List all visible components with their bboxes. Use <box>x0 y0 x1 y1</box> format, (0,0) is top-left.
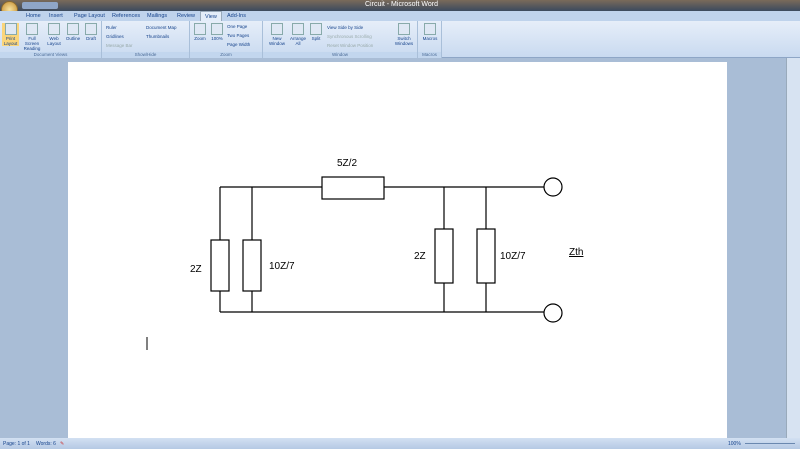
terminal-top <box>543 177 563 197</box>
label-right-b: 10Z/7 <box>500 251 526 262</box>
gridlines-checkbox[interactable]: Gridlines <box>106 34 124 39</box>
group-label: Window <box>263 52 417 58</box>
page-width-button[interactable]: Page Width <box>227 42 250 47</box>
outline-button[interactable]: Outline <box>64 23 82 41</box>
page-count[interactable]: Page: 1 of 1 <box>3 441 30 447</box>
resistor-right-b <box>476 228 496 284</box>
ribbon-tabs: Home Insert Page Layout References Maili… <box>0 11 800 21</box>
one-page-button[interactable]: One Page <box>227 24 247 29</box>
tab-add-ins[interactable]: Add-Ins <box>227 13 246 19</box>
web-layout-button[interactable]: Web Layout <box>46 23 62 46</box>
ruler-checkbox[interactable]: Ruler <box>106 25 117 30</box>
group-document-views: Print Layout Full Screen Reading Web Lay… <box>0 21 102 58</box>
zoom-slider[interactable] <box>745 443 795 444</box>
full-screen-reading-button[interactable]: Full Screen Reading <box>21 23 43 51</box>
tab-insert[interactable]: Insert <box>49 13 63 19</box>
group-zoom: Zoom 100% One Page Two Pages Page Width … <box>190 21 263 58</box>
group-show-hide: Ruler Gridlines Message Bar Document Map… <box>102 21 190 58</box>
tab-page-layout[interactable]: Page Layout <box>74 13 105 19</box>
group-label: Macros <box>418 52 441 58</box>
group-label: Document Views <box>0 52 101 58</box>
tab-mailings[interactable]: Mailings <box>147 13 167 19</box>
switch-windows-button[interactable]: Switch Windows <box>391 23 417 46</box>
synchronous-scrolling-button[interactable]: Synchronous Scrolling <box>327 34 372 39</box>
group-label: Zoom <box>190 52 262 58</box>
quick-access-toolbar[interactable] <box>22 2 58 9</box>
zoom-level[interactable]: 100% <box>728 441 741 447</box>
group-label: Show/Hide <box>102 52 189 58</box>
circuit-diagram: 5Z/2 2Z 10Z/7 2Z 10Z/7 Zth <box>146 158 583 350</box>
tab-references[interactable]: References <box>112 13 140 19</box>
tab-review[interactable]: Review <box>177 13 195 19</box>
title-bar: Circuit - Microsoft Word <box>0 0 800 11</box>
two-pages-button[interactable]: Two Pages <box>227 33 249 38</box>
resistor-right-a <box>434 228 454 284</box>
message-bar-checkbox[interactable]: Message Bar <box>106 43 133 48</box>
proofing-icon[interactable]: ✎ <box>60 441 64 447</box>
draft-button[interactable]: Draft <box>83 23 99 41</box>
resistor-left-a <box>210 239 230 292</box>
print-layout-button[interactable]: Print Layout <box>2 23 19 46</box>
document-page[interactable]: 5Z/2 2Z 10Z/7 2Z 10Z/7 Zth <box>68 62 727 438</box>
ribbon: Print Layout Full Screen Reading Web Lay… <box>0 21 800 58</box>
status-bar: Page: 1 of 1 Words: 6 ✎ 100% <box>0 438 800 449</box>
split-button[interactable]: Split <box>308 23 324 41</box>
macros-button[interactable]: Macros <box>420 23 440 41</box>
new-window-button[interactable]: New Window <box>266 23 288 46</box>
word-count[interactable]: Words: 6 <box>36 441 56 447</box>
group-macros: Macros Macros <box>418 21 442 58</box>
tab-view[interactable]: View <box>200 11 222 21</box>
document-map-checkbox[interactable]: Document Map <box>146 25 177 30</box>
group-window: New Window Arrange All Split View Side b… <box>263 21 418 58</box>
label-left-a: 2Z <box>190 264 202 275</box>
resistor-series <box>321 176 385 200</box>
label-left-b: 10Z/7 <box>269 261 295 272</box>
window-title: Circuit - Microsoft Word <box>365 1 438 8</box>
thumbnails-checkbox[interactable]: Thumbnails <box>146 34 169 39</box>
view-side-by-side-button[interactable]: View Side by Side <box>327 25 363 30</box>
label-output: Zth <box>569 247 583 258</box>
label-series: 5Z/2 <box>337 158 357 169</box>
zoom-100-button[interactable]: 100% <box>209 23 225 41</box>
zoom-button[interactable]: Zoom <box>192 23 208 41</box>
arrange-all-button[interactable]: Arrange All <box>288 23 308 46</box>
label-right-a: 2Z <box>414 251 426 262</box>
tab-home[interactable]: Home <box>26 13 41 19</box>
reset-window-position-button[interactable]: Reset Window Position <box>327 43 373 48</box>
terminal-bottom <box>543 303 563 323</box>
resistor-left-b <box>242 239 262 292</box>
vertical-scrollbar[interactable] <box>786 58 800 438</box>
